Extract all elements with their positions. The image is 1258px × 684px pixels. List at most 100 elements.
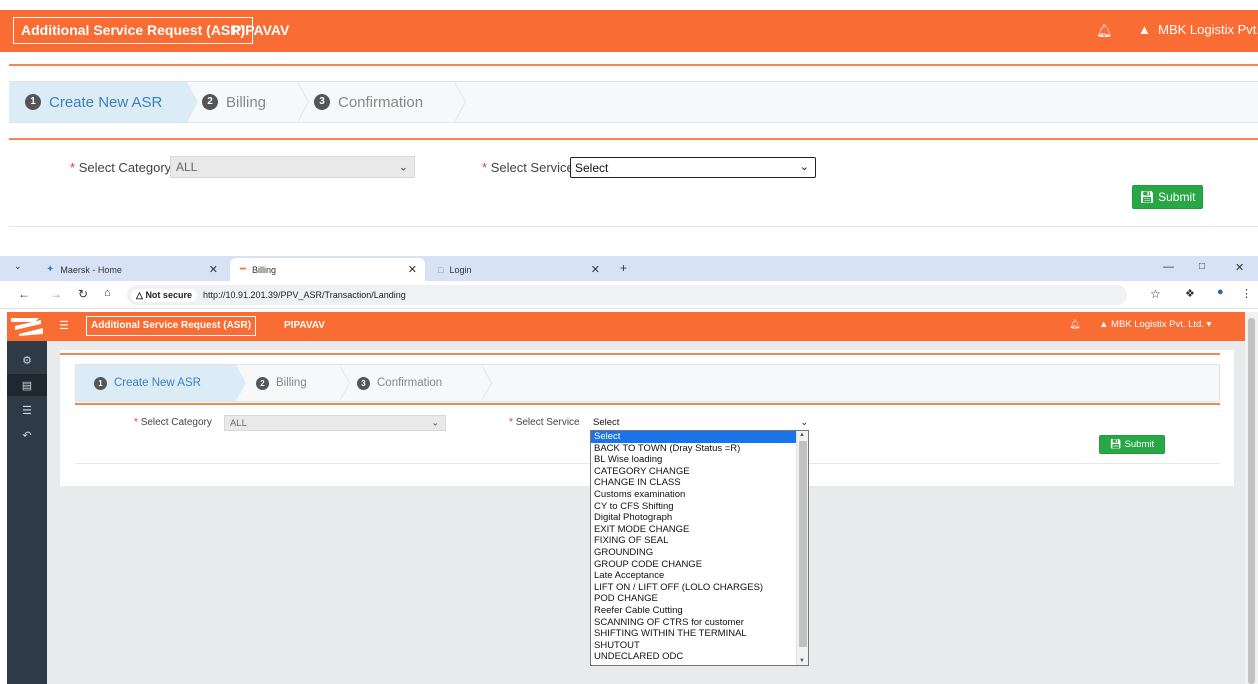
service-option[interactable]: EXIT MODE CHANGE <box>591 524 797 536</box>
divider <box>9 226 1258 227</box>
user-menu[interactable]: ▲ MBK Logistix Pvt. Ltd. ▾ <box>1099 319 1211 330</box>
service-option[interactable]: CY to CFS Shifting <box>591 501 797 513</box>
billing-favicon-icon: ━ <box>240 264 247 275</box>
submit-button[interactable]: 💾︎ Submit <box>1099 435 1165 454</box>
service-option[interactable]: CHANGE IN CLASS <box>591 477 797 489</box>
service-option[interactable]: BACK TO TOWN (Dray Status =R) <box>591 443 797 455</box>
chevron-down-icon: ⌄ <box>431 417 439 428</box>
scroll-down-icon[interactable]: ▼ <box>799 658 805 664</box>
inner-app-header: ☰ Additional Service Request (ASR) PIPAV… <box>7 312 1245 341</box>
wizard-step-create[interactable]: 1 Create New ASR <box>25 82 162 122</box>
user-menu[interactable]: ▲ MBK Logistix Pvt. L <box>1138 20 1258 40</box>
category-select[interactable]: ALL ⌄ <box>170 156 415 178</box>
scroll-up-icon[interactable]: ▲ <box>799 432 805 438</box>
top-app-header: Additional Service Request (ASR) PIPAVAV… <box>0 10 1258 52</box>
tab-list-icon[interactable]: ⌄ <box>14 261 22 272</box>
service-option[interactable]: POD CHANGE <box>591 593 797 605</box>
service-label: * Select Service <box>482 160 574 175</box>
service-option[interactable]: Customs examination <box>591 489 797 501</box>
service-option[interactable]: CATEGORY CHANGE <box>591 466 797 478</box>
service-option[interactable]: SHIFTING WITHIN THE TERMINAL <box>591 628 797 640</box>
service-option[interactable]: UNDECLARED ODC <box>591 651 797 663</box>
port-name: PIPAVAV <box>284 320 325 331</box>
url-field[interactable]: △ Not secure http://10.91.201.39/PPV_ASR… <box>127 285 1127 305</box>
service-label: * Select Service <box>509 417 580 428</box>
category-select[interactable]: ALL ⌄ <box>224 415 446 431</box>
service-option[interactable]: Late Acceptance <box>591 570 797 582</box>
submit-button[interactable]: 💾︎ Submit <box>1132 185 1203 209</box>
category-label: * Select Category <box>134 417 212 428</box>
minimize-icon[interactable]: — <box>1163 261 1174 273</box>
card-icon[interactable]: ▤ <box>7 374 47 396</box>
restore-icon[interactable]: □ <box>1199 261 1205 272</box>
service-option[interactable]: GROUP CODE CHANGE <box>591 559 797 571</box>
wizard-step-create[interactable]: 1 Create New ASR <box>94 365 201 401</box>
cogs-icon[interactable]: ⚙ <box>7 349 47 371</box>
back-icon[interactable]: ← <box>18 287 30 301</box>
scrollbar-thumb[interactable] <box>1248 318 1255 684</box>
wizard-step-confirmation[interactable]: 3 Confirmation <box>357 365 442 401</box>
url-text: http://10.91.201.39/PPV_ASR/Transaction/… <box>202 290 406 300</box>
forward-icon[interactable]: → <box>50 287 62 301</box>
tab-maersk[interactable]: ✦ Maersk - Home ✕ <box>36 258 226 281</box>
service-select[interactable]: Select ⌄ <box>570 157 816 178</box>
step-number: 2 <box>202 94 218 110</box>
service-option[interactable]: Select <box>591 431 797 443</box>
scrollbar[interactable]: ▲ ▼ <box>796 431 808 665</box>
warning-icon: △ <box>136 289 143 300</box>
wizard-step-confirmation[interactable]: 3 Confirmation <box>314 82 423 122</box>
tab-login[interactable]: □ Login ✕ <box>428 258 608 281</box>
close-icon[interactable]: ✕ <box>408 263 417 276</box>
divider <box>9 64 1258 66</box>
profile-icon[interactable]: ● <box>1217 286 1224 298</box>
new-tab-button[interactable]: + <box>620 261 627 275</box>
user-icon: ▲ <box>1138 22 1151 37</box>
wizard-steps: 1 Create New ASR 2 Billing 3 Confirmatio… <box>9 81 1258 123</box>
bell-icon[interactable]: 🔔︎ <box>1069 319 1080 330</box>
chevron-down-icon: ⌄ <box>800 417 808 427</box>
step-number: 1 <box>25 94 41 110</box>
hamburger-icon[interactable]: ☰ <box>59 319 69 332</box>
service-options-list[interactable]: Select BACK TO TOWN (Dray Status =R) BL Wi… <box>590 430 809 666</box>
security-indicator[interactable]: △ Not secure <box>131 288 197 302</box>
service-option[interactable]: SCANNING OF CTRS for customer <box>591 617 797 629</box>
app-title[interactable]: Additional Service Request (ASR) <box>13 17 254 44</box>
close-icon[interactable]: ✕ <box>591 263 600 276</box>
logo[interactable] <box>7 312 47 341</box>
save-icon: 💾︎ <box>1139 190 1155 204</box>
tab-billing[interactable]: ━ Billing ✕ <box>230 258 425 281</box>
caret-down-icon: ▾ <box>1206 319 1212 330</box>
chevron-down-icon: ⌄ <box>799 161 809 173</box>
close-window-icon[interactable]: ✕ <box>1235 261 1244 274</box>
wizard-step-billing[interactable]: 2 Billing <box>256 365 307 401</box>
wizard-steps: 1 Create New ASR 2 Billing 3 Confirmatio… <box>75 364 1220 402</box>
close-icon[interactable]: ✕ <box>209 263 218 276</box>
service-option[interactable]: FIXING OF SEAL <box>591 535 797 547</box>
browser-tab-bar: ⌄ ✦ Maersk - Home ✕ ━ Billing ✕ □ Login … <box>0 256 1258 281</box>
step-label: Billing <box>226 93 267 111</box>
app-title[interactable]: Additional Service Request (ASR) <box>86 316 257 336</box>
page-scrollbar[interactable] <box>1245 312 1258 684</box>
service-option[interactable]: BL Wise loading <box>591 454 797 466</box>
service-option[interactable]: Reefer Cable Cutting <box>591 605 797 617</box>
chevron-down-icon: ⌄ <box>398 161 408 174</box>
save-icon: 💾︎ <box>1109 439 1122 450</box>
service-option[interactable]: LIFT ON / LIFT OFF (LOLO CHARGES) <box>591 582 797 594</box>
reload-icon[interactable]: ↻ <box>78 287 88 301</box>
service-select[interactable]: Select ⌄ <box>590 415 810 430</box>
service-option[interactable]: GROUNDING <box>591 547 797 559</box>
menu-dots-icon[interactable]: ⋮ <box>1241 287 1252 300</box>
bell-icon[interactable]: 🔔︎ <box>1096 23 1113 39</box>
wizard-step-billing[interactable]: 2 Billing <box>202 82 266 122</box>
scrollbar-thumb[interactable] <box>799 441 807 647</box>
list-icon[interactable]: ☰ <box>7 399 47 421</box>
port-name: PIPAVAV <box>232 22 290 38</box>
browser-address-bar: ← → ↻ ⌂ △ Not secure http://10.91.201.39… <box>0 281 1258 309</box>
star-icon[interactable]: ☆ <box>1150 287 1161 301</box>
undo-icon[interactable]: ↶ <box>7 424 47 446</box>
page-icon: □ <box>438 264 444 275</box>
extensions-icon[interactable]: ❖ <box>1185 287 1195 300</box>
home-icon[interactable]: ⌂ <box>104 287 111 299</box>
service-option[interactable]: SHUTOUT <box>591 640 797 652</box>
service-option[interactable]: Digital Photograph <box>591 512 797 524</box>
